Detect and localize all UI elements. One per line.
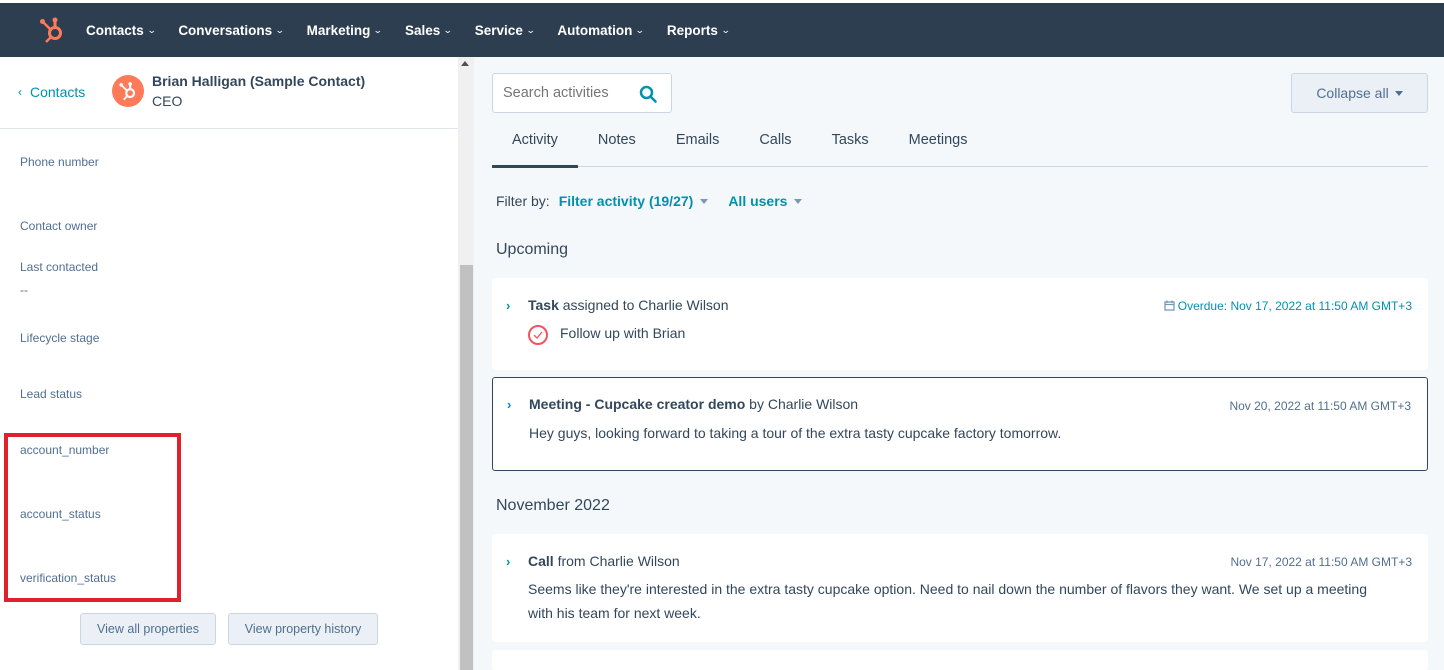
contact-sidebar: ‹ Contacts Brian Halligan (Sample Contac… [0,57,460,670]
nav-label: Automation [557,22,633,38]
meeting-card[interactable]: › Meeting - Cupcake creator demo by Char… [492,377,1428,471]
nav-reports[interactable]: Reports ⌄ [666,22,731,38]
collapse-all-button[interactable]: Collapse all [1291,73,1428,113]
search-icon[interactable] [639,85,657,103]
call-title: Call from Charlie Wilson [528,553,680,569]
contact-name: Brian Halligan (Sample Contact) [152,73,366,89]
property-lead-status[interactable]: Lead status [20,387,82,401]
nav-service[interactable]: Service ⌄ [474,22,536,38]
calendar-icon [1164,300,1175,311]
property-phone-number[interactable]: Phone number [20,155,99,169]
highlight-box [4,433,181,602]
activity-tabs: Activity Notes Emails Calls Tasks Meetin… [492,121,1428,168]
chevron-down-icon: ⌄ [274,24,285,35]
task-type: Task [528,297,559,313]
property-last-contacted[interactable]: Last contacted [20,260,98,274]
meeting-date: Nov 20, 2022 at 11:50 AM GMT+3 [1229,399,1411,413]
property-contact-owner[interactable]: Contact owner [20,219,97,233]
call-body-line-1: Seems like they're interested in the ext… [528,581,1367,597]
chevron-right-icon[interactable]: › [507,397,511,412]
chevron-right-icon[interactable]: › [506,554,510,569]
property-lifecycle-stage[interactable]: Lifecycle stage [20,331,99,345]
tab-calls[interactable]: Calls [739,121,811,167]
call-type: Call [528,553,554,569]
filter-label: Filter by: [496,193,550,209]
avatar [112,75,144,107]
all-users-label: All users [728,193,788,209]
call-caller: from Charlie Wilson [553,553,680,569]
nav-automation[interactable]: Automation ⌄ [557,22,646,38]
task-body: Follow up with Brian [560,325,686,341]
scroll-up-arrow-icon[interactable] [461,61,469,66]
call-body-line-2: with his team for next week. [528,605,701,621]
scroll-thumb[interactable] [460,265,473,670]
section-upcoming: Upcoming [496,241,569,258]
nav-label: Sales [404,22,441,38]
back-to-contacts-link[interactable]: ‹ Contacts [18,84,85,100]
collapse-all-label: Collapse all [1316,85,1389,101]
caret-down-icon [1394,90,1403,96]
filter-activity-label: Filter activity (19/27) [558,193,694,209]
caret-down-icon [700,198,709,204]
meeting-organizer: by Charlie Wilson [745,396,859,412]
filter-bar: Filter by: Filter activity (19/27) All u… [496,193,803,209]
chevron-down-icon: ⌄ [720,24,731,35]
property-last-contacted-value: -- [20,283,28,297]
nav-label: Service [474,22,523,38]
activity-card-partial[interactable] [492,650,1428,670]
top-nav: Contacts ⌄ Conversations ⌄ Marketing ⌄ Sale… [0,0,1444,57]
view-property-history-button[interactable]: View property history [228,613,378,645]
filter-activity-dropdown[interactable]: Filter activity (19/27) [559,193,709,209]
tab-activity[interactable]: Activity [492,121,578,168]
meeting-body: Hey guys, looking forward to taking a to… [529,425,1062,441]
chevron-right-icon[interactable]: › [506,298,510,313]
tab-notes[interactable]: Notes [578,121,656,167]
tab-emails[interactable]: Emails [656,121,740,167]
task-date-text: Overdue: Nov 17, 2022 at 11:50 AM GMT+3 [1177,299,1412,313]
nav-marketing[interactable]: Marketing ⌄ [306,22,384,38]
chevron-down-icon: ⌄ [146,24,157,35]
nav-label: Contacts [86,22,144,38]
nav-contacts[interactable]: Contacts ⌄ [86,22,157,38]
task-title: Task assigned to Charlie Wilson [528,297,729,313]
task-due-date: Overdue: Nov 17, 2022 at 11:50 AM GMT+3 [1164,299,1412,313]
task-card[interactable]: › Task assigned to Charlie Wilson Overdu… [492,278,1428,370]
checkmark-icon [533,331,543,339]
contact-header: ‹ Contacts Brian Halligan (Sample Contac… [0,57,460,129]
nav-label: Marketing [306,22,371,38]
hubspot-logo-icon[interactable] [38,16,66,44]
all-users-dropdown[interactable]: All users [728,193,803,209]
nav-label: Reports [666,22,718,38]
task-complete-checkbox[interactable] [528,325,548,345]
search-activities [492,73,672,113]
meeting-title: Meeting - Cupcake creator demo by Charli… [529,396,858,412]
view-all-properties-button[interactable]: View all properties [80,613,216,645]
meeting-type: Meeting - Cupcake creator demo [529,396,746,412]
call-card[interactable]: › Call from Charlie Wilson Nov 17, 2022 … [492,534,1428,642]
task-assignee: assigned to Charlie Wilson [558,297,729,313]
nav-conversations[interactable]: Conversations ⌄ [178,22,285,38]
chevron-down-icon: ⌄ [373,24,384,35]
caret-down-icon [794,198,803,204]
back-link-label: Contacts [30,84,86,100]
chevron-down-icon: ⌄ [635,24,646,35]
chevron-down-icon: ⌄ [525,24,536,35]
chevron-left-icon: ‹ [18,85,22,99]
tab-meetings[interactable]: Meetings [889,121,988,167]
section-november-2022: November 2022 [496,497,610,514]
nav-sales[interactable]: Sales ⌄ [404,22,453,38]
tab-tasks[interactable]: Tasks [812,121,889,167]
sidebar-scrollbar[interactable] [458,57,474,670]
contact-title: CEO [152,93,183,109]
chevron-down-icon: ⌄ [443,24,453,35]
call-date: Nov 17, 2022 at 11:50 AM GMT+3 [1230,555,1412,569]
nav-label: Conversations [178,22,273,38]
hubspot-sprocket-icon [119,82,136,101]
search-input[interactable] [503,85,633,101]
